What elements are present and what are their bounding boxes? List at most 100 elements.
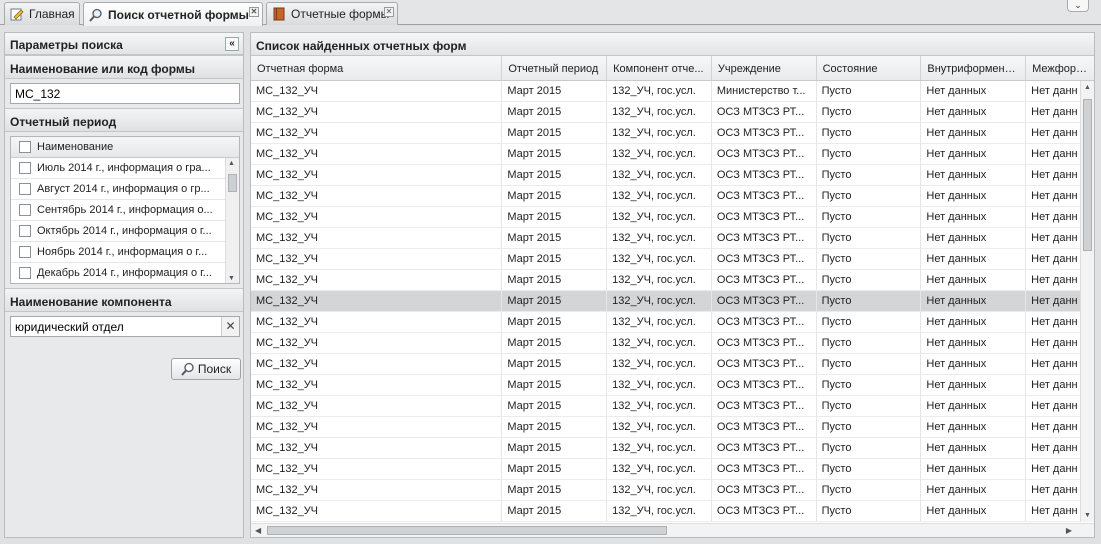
table-row[interactable]: МС_132_УЧ Март 2015 132_УЧ, гос.усл. ОСЗ МТ… (251, 501, 1094, 522)
table-cell: Пусто (817, 144, 922, 164)
column-header[interactable]: Учреждение (712, 56, 817, 80)
table-cell: Нет данных (921, 81, 1027, 101)
column-header[interactable]: Внутриформенн... (921, 56, 1027, 80)
table-row[interactable]: МС_132_УЧ Март 2015 132_УЧ, гос.усл. ОСЗ МТ… (251, 165, 1094, 186)
table-row[interactable]: МС_132_УЧ Март 2015 132_УЧ, гос.усл. ОСЗ МТ… (251, 123, 1094, 144)
table-cell: МС_132_УЧ (251, 123, 503, 143)
table-row[interactable]: МС_132_УЧ Март 2015 132_УЧ, гос.усл. ОСЗ МТ… (251, 480, 1094, 501)
table-row[interactable]: МС_132_УЧ Март 2015 132_УЧ, гос.усл. ОСЗ МТ… (251, 249, 1094, 270)
table-cell: Нет данных (921, 333, 1027, 353)
scroll-thumb[interactable] (267, 526, 667, 535)
table-cell: Нет данных (921, 102, 1027, 122)
table-row[interactable]: МС_132_УЧ Март 2015 132_УЧ, гос.усл. ОСЗ МТ… (251, 333, 1094, 354)
scroll-left-icon[interactable]: ◀ (255, 526, 261, 535)
results-panel: Список найденных отчетных форм Отчетная … (250, 32, 1095, 538)
table-cell: Нет данных (921, 165, 1027, 185)
tab-home[interactable]: Главная (4, 2, 80, 25)
checkbox[interactable] (19, 183, 31, 195)
table-cell: 132_УЧ, гос.усл. (607, 417, 712, 437)
table-cell: Пусто (817, 375, 922, 395)
tab-search-report-form[interactable]: Поиск отчетной формы ✕ (83, 2, 263, 26)
close-icon[interactable]: ✕ (249, 7, 259, 17)
table-cell: МС_132_УЧ (251, 501, 503, 521)
checkbox[interactable] (19, 246, 31, 258)
table-cell: ОСЗ МТЗСЗ РТ... (712, 270, 817, 290)
scroll-down-icon[interactable]: ▼ (1084, 512, 1091, 519)
chevron-down-icon[interactable]: ⌄ (1067, 0, 1089, 12)
table-cell: Пусто (817, 333, 922, 353)
list-item[interactable]: Октябрь 2014 г., информация о г... (11, 221, 239, 242)
scroll-thumb[interactable] (228, 174, 237, 192)
column-header[interactable]: Межформен (1026, 56, 1094, 80)
list-item[interactable]: Сентябрь 2014 г., информация о... (11, 200, 239, 221)
checkbox[interactable] (19, 204, 31, 216)
column-header[interactable]: Состояние (817, 56, 922, 80)
pencil-document-icon (10, 7, 24, 21)
vertical-scrollbar[interactable]: ▲ ▼ (1080, 81, 1094, 522)
list-item[interactable]: Август 2014 г., информация о гр... (11, 179, 239, 200)
table-row[interactable]: МС_132_УЧ Март 2015 132_УЧ, гос.усл. ОСЗ МТ… (251, 396, 1094, 417)
table-cell: ОСЗ МТЗСЗ РТ... (712, 102, 817, 122)
table-cell: МС_132_УЧ (251, 375, 503, 395)
table-cell: Пусто (817, 459, 922, 479)
form-name-input[interactable] (10, 83, 240, 104)
table-cell: Пусто (817, 228, 922, 248)
table-cell: 132_УЧ, гос.усл. (607, 501, 712, 521)
column-header[interactable]: Отчетный период (502, 56, 608, 80)
period-grid: Наименование Июль 2014 г., информация о … (10, 136, 240, 284)
tab-report-forms[interactable]: Отчетные формы ✕ (266, 2, 398, 25)
table-row[interactable]: МС_132_УЧ Март 2015 132_УЧ, гос.усл. ОСЗ МТ… (251, 438, 1094, 459)
table-cell: Март 2015 (502, 81, 608, 101)
table-row[interactable]: МС_132_УЧ Март 2015 132_УЧ, гос.усл. ОСЗ МТ… (251, 375, 1094, 396)
table-row[interactable]: МС_132_УЧ Март 2015 132_УЧ, гос.усл. ОСЗ МТ… (251, 417, 1094, 438)
column-header[interactable]: Отчетная форма (251, 56, 503, 80)
list-item[interactable]: Декабрь 2014 г., информация о г... (11, 263, 239, 283)
tab-home-label: Главная (29, 7, 75, 21)
checkbox[interactable] (19, 162, 31, 174)
search-button[interactable]: Поиск (171, 358, 241, 380)
table-cell: Нет данных (921, 501, 1027, 521)
scroll-down-icon[interactable]: ▼ (228, 275, 235, 282)
table-row[interactable]: МС_132_УЧ Март 2015 132_УЧ, гос.усл. Минист… (251, 81, 1094, 102)
table-cell: 132_УЧ, гос.усл. (607, 102, 712, 122)
list-item[interactable]: Ноябрь 2014 г., информация о г... (11, 242, 239, 263)
double-chevron-left-icon[interactable]: « (225, 37, 239, 51)
scroll-right-icon[interactable]: ▶ (1066, 526, 1072, 535)
list-item[interactable]: Июль 2014 г., информация о гра... (11, 158, 239, 179)
table-cell: МС_132_УЧ (251, 417, 503, 437)
period-column-header[interactable]: Наименование (37, 141, 113, 153)
table-row[interactable]: МС_132_УЧ Март 2015 132_УЧ, гос.усл. ОСЗ МТ… (251, 102, 1094, 123)
select-all-checkbox[interactable] (19, 141, 31, 153)
table-cell: 132_УЧ, гос.усл. (607, 459, 712, 479)
table-cell: Март 2015 (502, 438, 608, 458)
table-row[interactable]: МС_132_УЧ Март 2015 132_УЧ, гос.усл. ОСЗ МТ… (251, 186, 1094, 207)
table-row[interactable]: МС_132_УЧ Март 2015 132_УЧ, гос.усл. ОСЗ МТ… (251, 354, 1094, 375)
table-row[interactable]: МС_132_УЧ Март 2015 132_УЧ, гос.усл. ОСЗ МТ… (251, 291, 1094, 312)
table-row[interactable]: МС_132_УЧ Март 2015 132_УЧ, гос.усл. ОСЗ МТ… (251, 228, 1094, 249)
period-grid-header: Наименование (11, 137, 239, 158)
horizontal-scrollbar[interactable]: ◀ ▶ (251, 523, 1094, 537)
table-row[interactable]: МС_132_УЧ Март 2015 132_УЧ, гос.усл. ОСЗ МТ… (251, 312, 1094, 333)
close-icon[interactable]: ✕ (384, 7, 394, 17)
table-cell: 132_УЧ, гос.усл. (607, 480, 712, 500)
scroll-up-icon[interactable]: ▲ (228, 160, 235, 167)
table-cell: Нет данных (921, 312, 1027, 332)
clear-icon[interactable]: ✕ (221, 317, 239, 336)
table-row[interactable]: МС_132_УЧ Март 2015 132_УЧ, гос.усл. ОСЗ МТ… (251, 144, 1094, 165)
table-row[interactable]: МС_132_УЧ Март 2015 132_УЧ, гос.усл. ОСЗ МТ… (251, 459, 1094, 480)
table-row[interactable]: МС_132_УЧ Март 2015 132_УЧ, гос.усл. ОСЗ МТ… (251, 207, 1094, 228)
table-cell: 132_УЧ, гос.усл. (607, 186, 712, 206)
scroll-thumb[interactable] (1083, 99, 1092, 251)
column-header[interactable]: Компонент отче... (607, 56, 712, 80)
table-cell: Нет данных (921, 354, 1027, 374)
table-row[interactable]: МС_132_УЧ Март 2015 132_УЧ, гос.усл. ОСЗ МТ… (251, 270, 1094, 291)
table-cell: Пусто (817, 207, 922, 227)
table-cell: МС_132_УЧ (251, 207, 503, 227)
checkbox[interactable] (19, 225, 31, 237)
scroll-up-icon[interactable]: ▲ (1084, 84, 1091, 91)
table-cell: 132_УЧ, гос.усл. (607, 81, 712, 101)
period-scrollbar[interactable]: ▲ ▼ (225, 158, 239, 283)
checkbox[interactable] (19, 267, 31, 279)
component-input[interactable] (10, 316, 240, 337)
table-cell: ОСЗ МТЗСЗ РТ... (712, 291, 817, 311)
